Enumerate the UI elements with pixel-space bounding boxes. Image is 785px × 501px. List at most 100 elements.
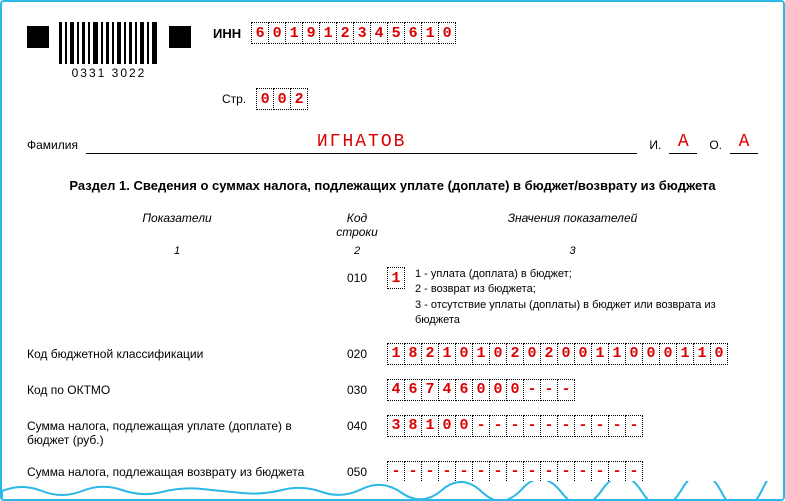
input-cell: 1 (608, 343, 626, 365)
input-cell: 0 (710, 343, 728, 365)
input-cell: - (489, 415, 507, 437)
input-cell: 0 (659, 343, 677, 365)
alignment-marker-left (27, 26, 49, 48)
row-040-value: 38100---------- (387, 415, 758, 437)
page-cells: 002 (256, 88, 308, 110)
row-020: Код бюджетной классификации 020 18210102… (27, 343, 758, 365)
input-cell: 0 (489, 343, 507, 365)
input-cell: 8 (404, 343, 422, 365)
input-cell: 1 (387, 267, 405, 289)
input-cell: - (540, 461, 558, 483)
surname-label: Фамилия (27, 138, 78, 154)
row-010-value: 1 1 - уплата (доплата) в бюджет; 2 - воз… (387, 267, 758, 329)
col-num-3: 3 (387, 245, 758, 257)
row-030-label: Код по ОКТМО (27, 379, 327, 397)
input-cell: 1 (421, 415, 439, 437)
row-010-code: 010 (327, 267, 387, 285)
input-cell: 4 (387, 379, 405, 401)
col-num-1: 1 (27, 245, 327, 257)
row-040-label: Сумма налога, подлежащая уплате (доплате… (27, 415, 327, 447)
row-020-cells: 18210102020011000110 (387, 343, 728, 365)
input-cell: 3 (387, 415, 405, 437)
barcode-block: 0331 3022 (59, 22, 159, 80)
input-cell: 0 (523, 343, 541, 365)
initial-o-value: А (730, 132, 758, 154)
input-cell: 0 (455, 415, 473, 437)
barcode-icon (59, 22, 159, 64)
col-header-1: Показатели (27, 211, 327, 239)
input-cell: 1 (421, 22, 439, 44)
input-cell: 5 (387, 22, 405, 44)
input-cell: 0 (642, 343, 660, 365)
input-cell: - (387, 461, 405, 483)
initial-o-label: О. (709, 138, 722, 154)
input-cell: - (421, 461, 439, 483)
input-cell: - (608, 461, 626, 483)
input-cell: 1 (285, 22, 303, 44)
input-cell: - (523, 415, 541, 437)
row-030-value: 46746000--- (387, 379, 758, 401)
input-cell: 1 (319, 22, 337, 44)
input-cell: - (540, 415, 558, 437)
input-cell: 7 (421, 379, 439, 401)
input-cell: - (455, 461, 473, 483)
input-cell: 0 (557, 343, 575, 365)
name-row: Фамилия ИГНАТОВ И. А О. А (27, 132, 758, 154)
form-page: 0331 3022 ИНН 601912345610 Стр. 002 Фами… (0, 0, 785, 501)
input-cell: 0 (506, 379, 524, 401)
row-050-cells: --------------- (387, 461, 643, 483)
input-cell: 8 (404, 415, 422, 437)
input-cell: - (523, 461, 541, 483)
input-cell: - (489, 461, 507, 483)
row-020-value: 18210102020011000110 (387, 343, 758, 365)
input-cell: - (472, 415, 490, 437)
input-cell: 1 (387, 343, 405, 365)
input-cell: - (574, 461, 592, 483)
input-cell: 4 (438, 379, 456, 401)
input-cell: 0 (455, 343, 473, 365)
input-cell: 1 (472, 343, 490, 365)
row-050-value: --------------- (387, 461, 758, 483)
page-label: Стр. (222, 92, 246, 106)
row-010-cells: 1 (387, 267, 405, 289)
input-cell: 1 (676, 343, 694, 365)
torn-edge (2, 481, 783, 501)
input-cell: 0 (438, 415, 456, 437)
row-040-cells: 38100---------- (387, 415, 643, 437)
row-040-code: 040 (327, 415, 387, 433)
input-cell: - (523, 379, 541, 401)
inn-cells: 601912345610 (251, 22, 456, 44)
col-header-3: Значения показателей (387, 211, 758, 239)
alignment-marker-right (169, 26, 191, 48)
row-020-code: 020 (327, 343, 387, 361)
input-cell: - (625, 461, 643, 483)
input-cell: 0 (574, 343, 592, 365)
row-030-cells: 46746000--- (387, 379, 575, 401)
row-040: Сумма налога, подлежащая уплате (доплате… (27, 415, 758, 447)
input-cell: - (438, 461, 456, 483)
input-cell: 0 (256, 88, 274, 110)
barcode-number: 0331 3022 (59, 66, 159, 80)
input-cell: 2 (506, 343, 524, 365)
input-cell: - (608, 415, 626, 437)
input-cell: 2 (336, 22, 354, 44)
column-headers: Показатели Код строки Значения показател… (27, 211, 758, 239)
surname-value: ИГНАТОВ (86, 132, 637, 154)
input-cell: 1 (438, 343, 456, 365)
col-header-2: Код строки (327, 211, 387, 239)
inn-label: ИНН (213, 26, 241, 41)
input-cell: - (557, 415, 575, 437)
input-cell: 9 (302, 22, 320, 44)
input-cell: 1 (693, 343, 711, 365)
input-cell: 2 (290, 88, 308, 110)
row-030: Код по ОКТМО 030 46746000--- (27, 379, 758, 401)
row-020-label: Код бюджетной классификации (27, 343, 327, 361)
input-cell: - (557, 461, 575, 483)
input-cell: 4 (370, 22, 388, 44)
input-cell: 6 (404, 22, 422, 44)
input-cell: - (506, 461, 524, 483)
input-cell: 0 (438, 22, 456, 44)
input-cell: 3 (353, 22, 371, 44)
input-cell: 0 (268, 22, 286, 44)
initial-i-value: А (669, 132, 697, 154)
